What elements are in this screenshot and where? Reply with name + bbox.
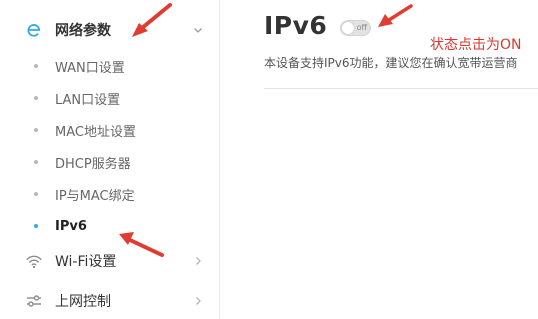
router-settings-page: 网络参数 WAN口设置 LAN口设置 MAC地址设置 DHCP服务器 IP与MA…: [0, 0, 538, 319]
sidebar-item-label: DHCP服务器: [55, 156, 131, 172]
sidebar-section-network[interactable]: 网络参数: [0, 12, 219, 48]
chevron-down-icon[interactable]: [191, 23, 205, 37]
chevron-right-icon[interactable]: [191, 254, 205, 268]
sidebar-section-wifi-label: Wi-Fi设置: [55, 254, 117, 270]
sidebar-item-lan[interactable]: LAN口设置: [0, 85, 219, 111]
bullet-dot: [34, 224, 38, 228]
sidebar-section-access-control-label: 上网控制: [55, 294, 111, 310]
divider: [264, 88, 538, 89]
sidebar-item-dhcp[interactable]: DHCP服务器: [0, 149, 219, 175]
sidebar-item-label: WAN口设置: [55, 60, 125, 76]
chevron-right-icon[interactable]: [191, 294, 205, 308]
toggle-knob: [342, 22, 354, 34]
sliders-icon: [25, 292, 43, 310]
sidebar: 网络参数 WAN口设置 LAN口设置 MAC地址设置 DHCP服务器 IP与MA…: [0, 0, 220, 319]
sidebar-item-wan[interactable]: WAN口设置: [0, 53, 219, 79]
page-title: IPv6: [264, 11, 328, 40]
sidebar-section-wifi[interactable]: Wi-Fi设置: [0, 243, 219, 279]
sidebar-item-ip-mac-binding[interactable]: IP与MAC绑定: [0, 181, 219, 207]
sidebar-item-label: LAN口设置: [55, 92, 121, 108]
sidebar-item-ipv6[interactable]: IPv6: [0, 213, 219, 239]
bullet-dot: [34, 96, 38, 100]
bullet-dot: [34, 128, 38, 132]
sidebar-item-label: MAC地址设置: [55, 124, 136, 140]
bullet-dot: [34, 160, 38, 164]
wifi-icon: [25, 252, 43, 270]
sidebar-item-mac[interactable]: MAC地址设置: [0, 117, 219, 143]
annotation-note: 状态点击为ON: [430, 37, 522, 53]
network-e-icon: [25, 21, 43, 39]
main-content: IPv6 off 状态点击为ON 本设备支持IPv6功能，建议您在确认宽带运营商: [220, 0, 538, 319]
bullet-dot: [34, 64, 38, 68]
sidebar-item-label: IPv6: [55, 218, 87, 234]
sidebar-section-access-control[interactable]: 上网控制: [0, 283, 219, 319]
toggle-state-label: off: [356, 23, 367, 32]
ipv6-toggle-switch[interactable]: off: [340, 20, 371, 36]
sidebar-item-label: IP与MAC绑定: [55, 188, 135, 204]
sidebar-section-network-label: 网络参数: [55, 23, 111, 39]
bullet-dot: [34, 192, 38, 196]
ipv6-description: 本设备支持IPv6功能，建议您在确认宽带运营商: [264, 56, 518, 70]
